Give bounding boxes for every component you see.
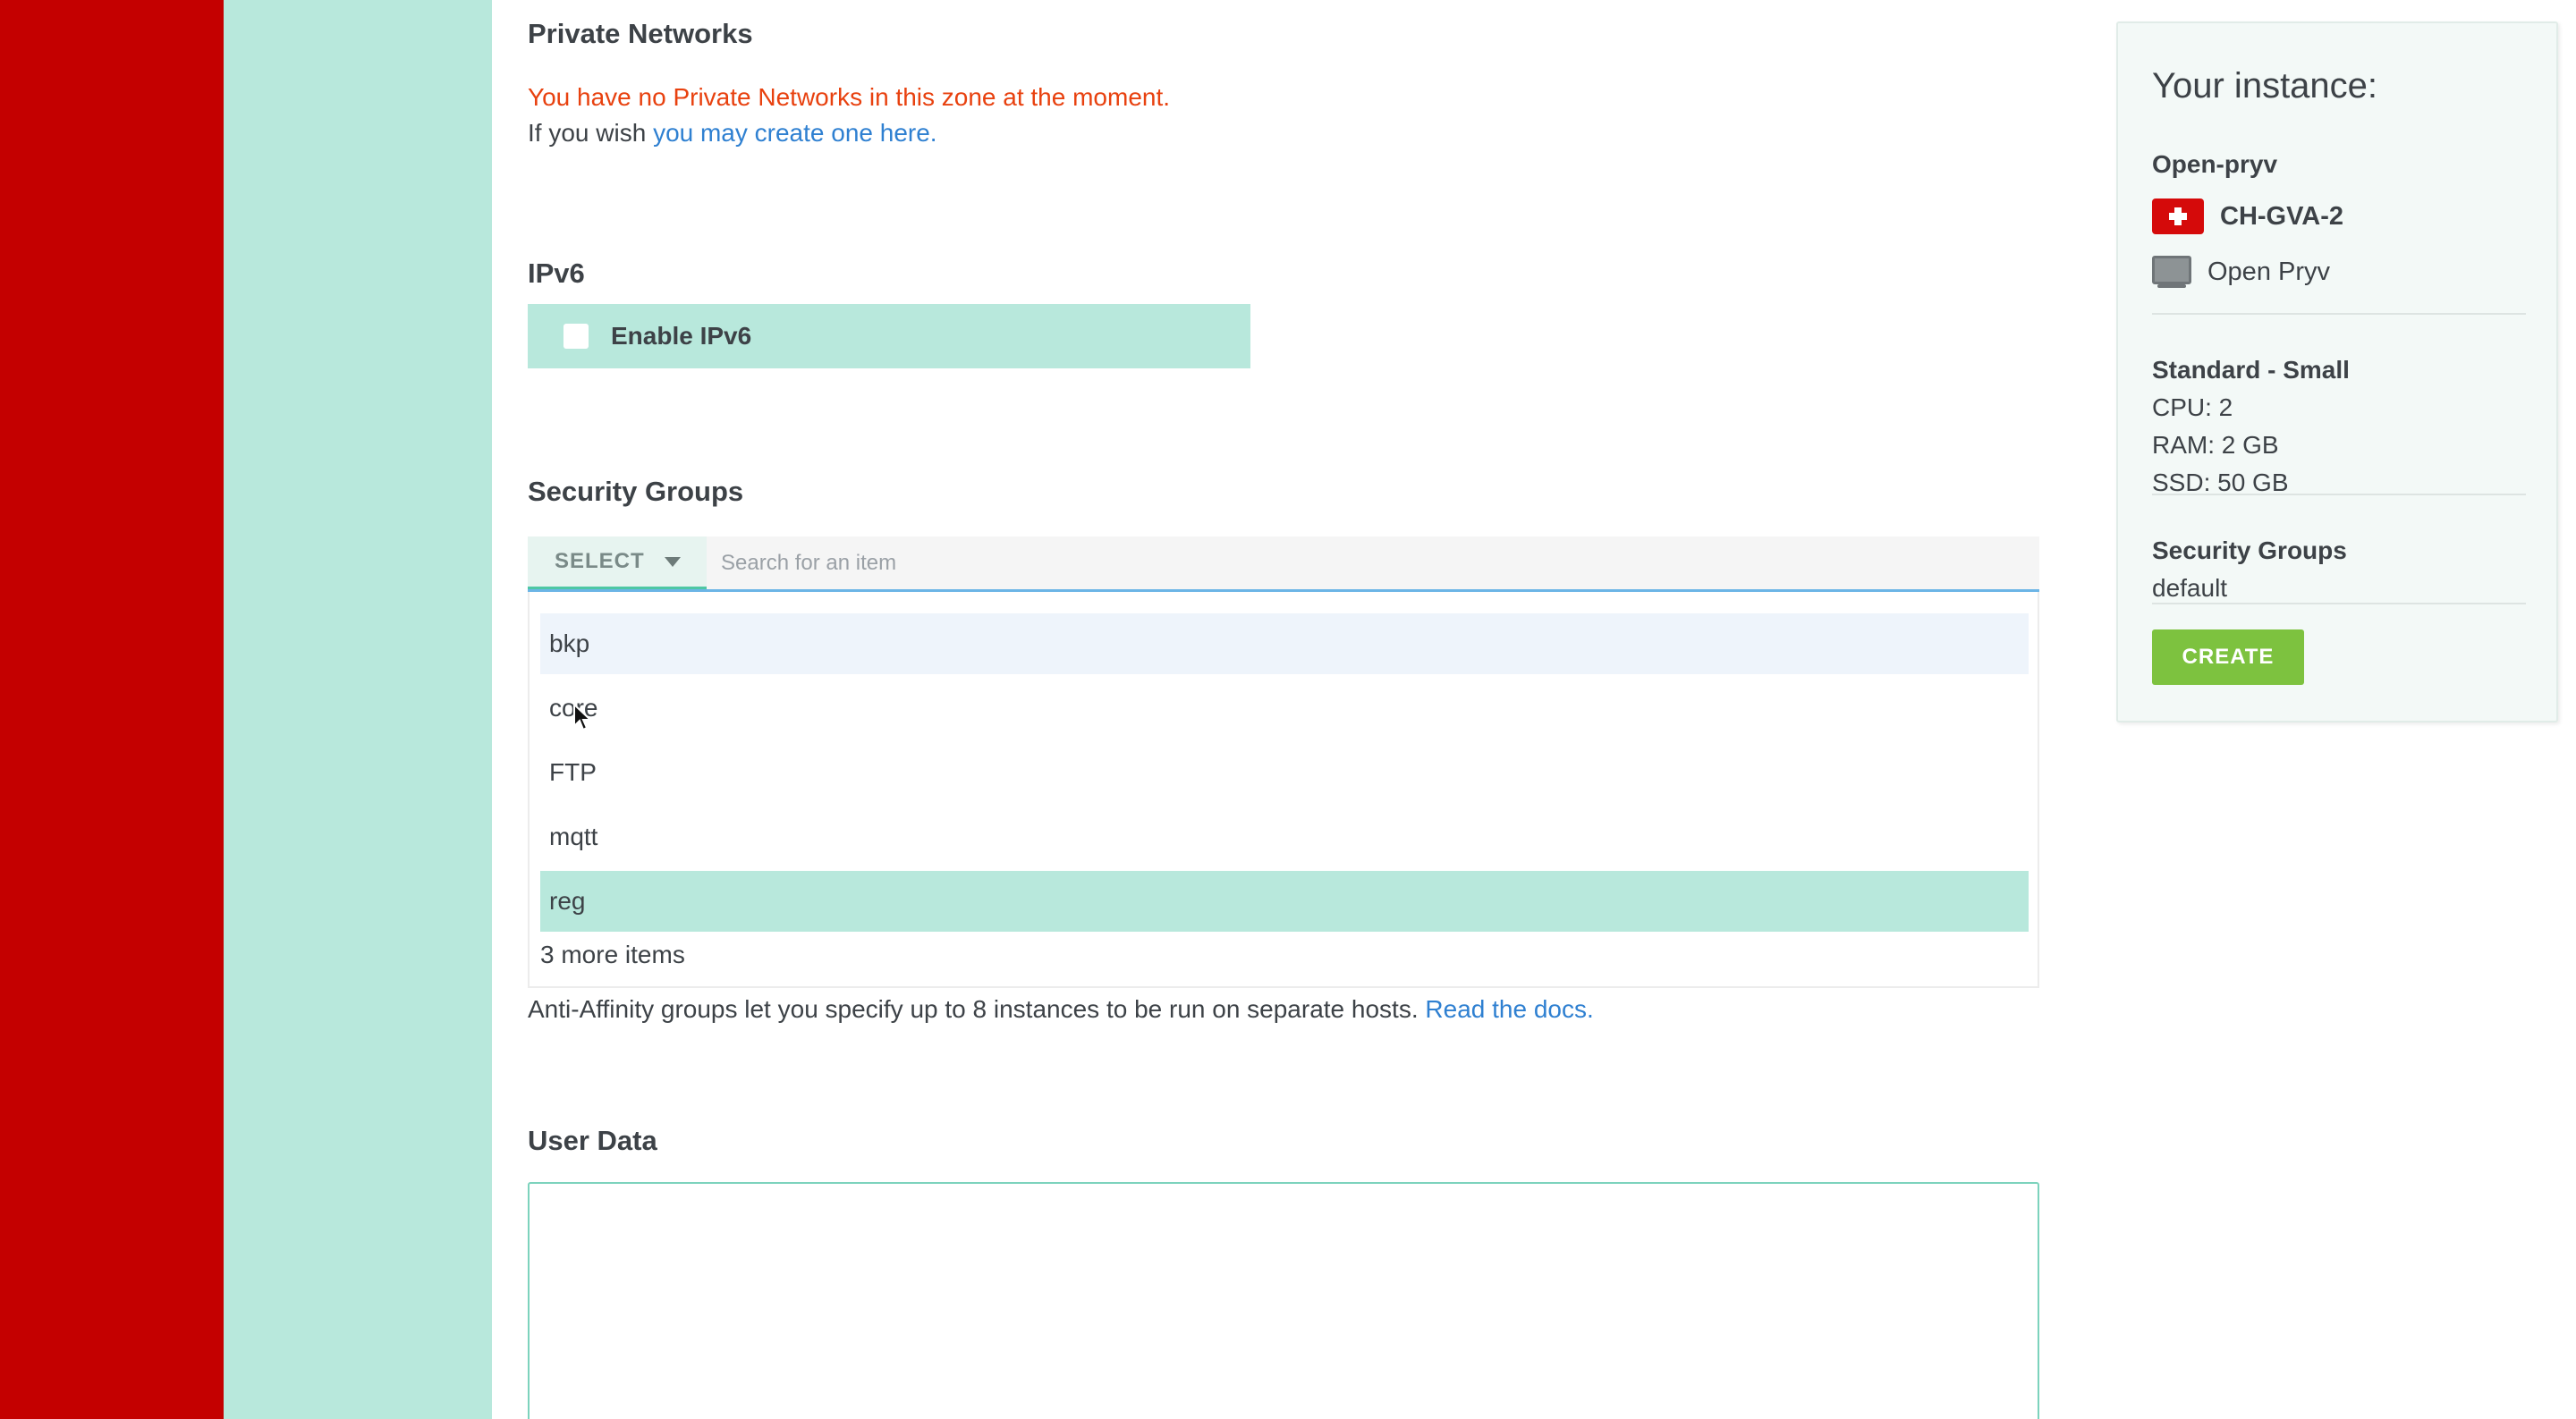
navigation-sidebar: [224, 0, 492, 1419]
private-networks-heading: Private Networks: [528, 18, 753, 49]
security-group-option[interactable]: bkp: [540, 613, 2029, 674]
summary-security-groups-value: default: [2152, 574, 2228, 602]
ipv6-checkbox[interactable]: [564, 324, 589, 349]
caret-down-icon: [664, 556, 681, 567]
instance-cpu: CPU: 2: [2152, 393, 2233, 421]
option-label: reg: [549, 887, 586, 915]
private-networks-message: You have no Private Networks in this zon…: [528, 83, 1171, 111]
read-docs-link[interactable]: Read the docs.: [1425, 995, 1593, 1023]
instance-summary-panel: Your instance: Open-pryv CH-GVA-2 Open P…: [2116, 21, 2558, 722]
security-group-option[interactable]: mqtt: [540, 807, 2029, 867]
anti-affinity-note: Anti-Affinity groups let you specify up …: [528, 995, 1594, 1024]
create-instance-button[interactable]: CREATE: [2152, 629, 2304, 685]
option-label: mqtt: [549, 823, 598, 850]
security-groups-search-input[interactable]: [707, 536, 2039, 589]
user-data-heading: User Data: [528, 1125, 657, 1156]
instance-form: Private Networks You have no Private Net…: [528, 0, 2039, 1419]
template-label: Open Pryv: [2207, 257, 2330, 286]
security-groups-dropdown: bkp core FTP mqtt reg 3 more items: [528, 592, 2039, 988]
user-data-textarea[interactable]: [528, 1182, 2039, 1419]
instance-template: Open Pryv: [2152, 256, 2330, 288]
security-group-option[interactable]: core: [540, 678, 2029, 739]
summary-divider: [2152, 494, 2526, 495]
ipv6-checkbox-label[interactable]: Enable IPv6: [611, 322, 751, 351]
ipv6-heading: IPv6: [528, 258, 585, 289]
option-label: core: [549, 694, 598, 722]
anti-affinity-text: Anti-Affinity groups let you specify up …: [528, 995, 1419, 1023]
security-groups-select-button[interactable]: SELECT: [528, 536, 707, 589]
monitor-icon: [2152, 256, 2191, 288]
select-button-label: SELECT: [555, 549, 645, 573]
security-group-option-selected[interactable]: reg: [540, 871, 2029, 932]
instance-plan: Standard - Small: [2152, 356, 2350, 384]
private-networks-hint-prefix: If you wish: [528, 119, 647, 147]
create-private-network-link[interactable]: you may create one here.: [653, 119, 937, 147]
instance-zone: CH-GVA-2: [2152, 198, 2343, 234]
security-groups-picker: SELECT: [528, 536, 2039, 592]
zone-label: CH-GVA-2: [2220, 201, 2344, 231]
option-label: FTP: [549, 758, 597, 786]
summary-security-groups-title: Security Groups: [2152, 536, 2347, 564]
app-root: Private Networks You have no Private Net…: [0, 0, 2576, 1419]
security-groups-heading: Security Groups: [528, 476, 744, 507]
more-items-hint[interactable]: 3 more items: [540, 941, 685, 969]
brand-sidebar: [0, 0, 224, 1419]
private-networks-hint: If you wish you may create one here.: [528, 119, 937, 148]
instance-name: Open-pryv: [2152, 150, 2278, 178]
option-label: bkp: [549, 629, 590, 657]
enable-ipv6-toggle[interactable]: Enable IPv6: [528, 304, 1250, 368]
summary-title: Your instance:: [2152, 66, 2378, 106]
swiss-flag-icon: [2152, 198, 2204, 234]
summary-divider: [2152, 313, 2526, 315]
summary-divider: [2152, 603, 2526, 604]
security-group-option[interactable]: FTP: [540, 742, 2029, 803]
instance-ram: RAM: 2 GB: [2152, 431, 2279, 459]
